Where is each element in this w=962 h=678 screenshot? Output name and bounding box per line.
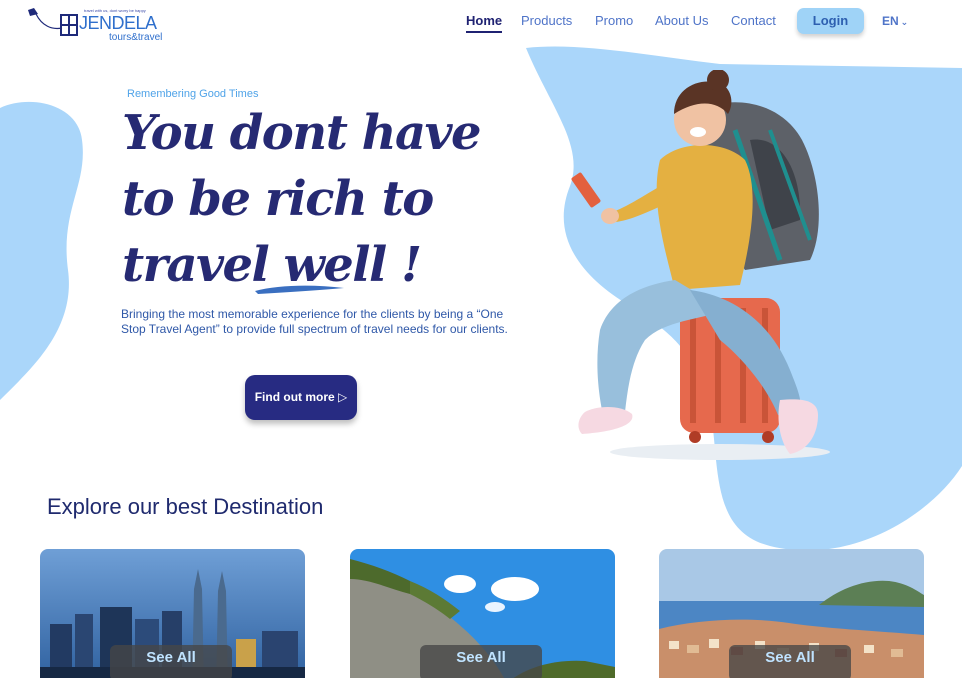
logo[interactable]: travel with us, dont worry be happy JEND… — [26, 6, 162, 44]
window-icon — [60, 14, 78, 36]
headline-line-1: You dont have — [122, 105, 482, 161]
site-header: travel with us, dont worry be happy JEND… — [0, 0, 962, 46]
destination-card-3[interactable]: See All — [659, 549, 924, 678]
nav-contact[interactable]: Contact — [731, 12, 776, 32]
hero-description: Bringing the most memorable experience f… — [121, 307, 508, 336]
see-all-button[interactable]: See All — [420, 645, 542, 678]
background-blob-left — [0, 101, 83, 400]
hero-headline: You dont have to be rich to travel well … — [122, 100, 522, 298]
see-all-button[interactable]: See All — [110, 645, 232, 678]
nav-promo[interactable]: Promo — [595, 12, 633, 32]
language-label: EN — [882, 14, 899, 28]
destination-card-2[interactable]: See All — [350, 549, 615, 678]
login-button[interactable]: Login — [797, 8, 864, 34]
nav-products[interactable]: Products — [521, 12, 572, 32]
brush-underline — [255, 285, 344, 294]
chevron-down-icon: ⌄ — [900, 17, 909, 27]
see-all-button[interactable]: See All — [729, 645, 851, 678]
destination-card-1[interactable]: See All — [40, 549, 305, 678]
logo-subtitle: tours&travel — [109, 32, 163, 43]
hero-eyebrow: Remembering Good Times — [127, 88, 259, 100]
destinations-title: Explore our best Destination — [47, 494, 324, 519]
headline-line-2: to be rich to — [122, 171, 434, 227]
nav-home[interactable]: Home — [466, 12, 503, 33]
logo-name: JENDELA — [79, 13, 157, 33]
language-selector[interactable]: EN ⌄ — [882, 12, 908, 31]
find-out-more-button[interactable]: Find out more ▷ — [245, 375, 357, 420]
nav-about-us[interactable]: About Us — [655, 12, 708, 32]
traveler-image — [571, 70, 830, 460]
